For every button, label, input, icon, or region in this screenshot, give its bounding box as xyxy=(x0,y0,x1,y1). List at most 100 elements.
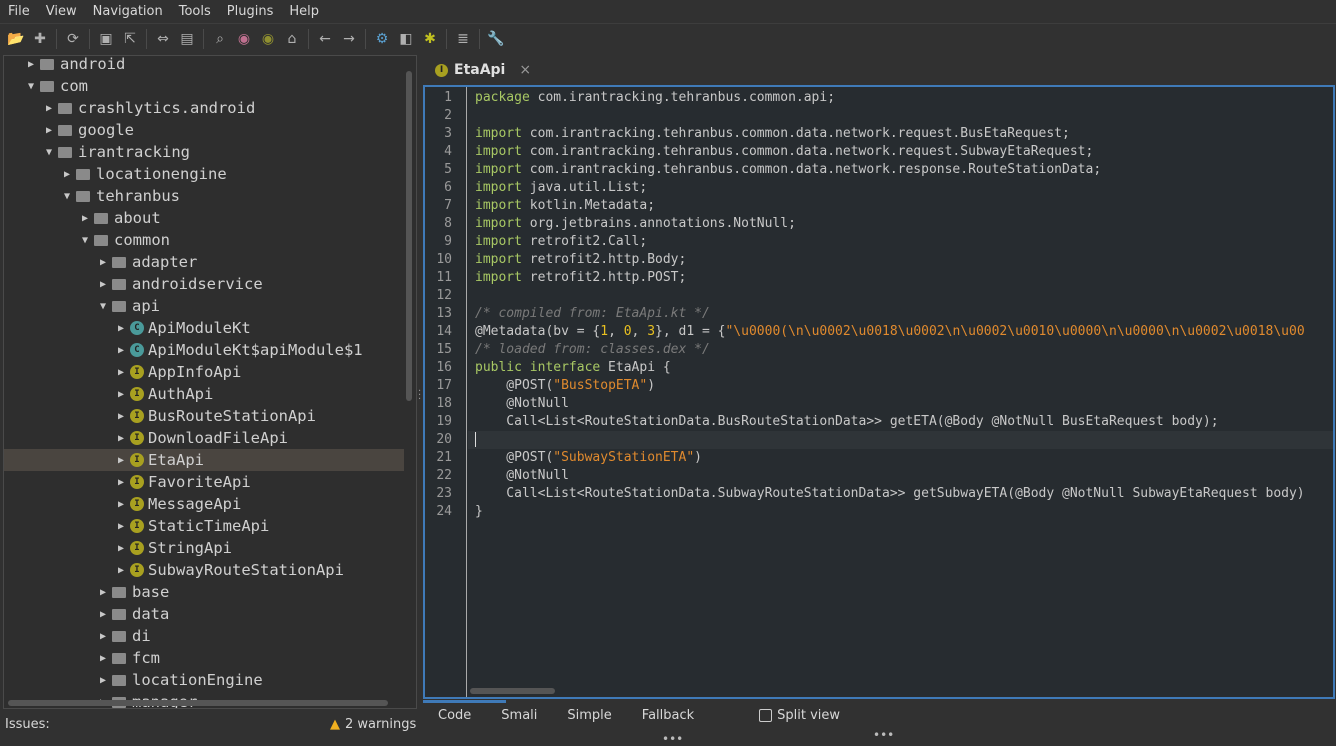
tree-item[interactable]: ▶ I DownloadFileApi xyxy=(4,427,404,449)
collapsed-arrow-icon[interactable]: ▶ xyxy=(94,609,112,620)
tree-item[interactable]: ▶ I BusRouteStationApi xyxy=(4,405,404,427)
tree-item[interactable]: ▶ crashlytics.android xyxy=(4,97,404,119)
tree-item[interactable]: ▶ locationEngine xyxy=(4,669,404,691)
expanded-arrow-icon[interactable]: ▼ xyxy=(94,301,112,312)
collapsed-arrow-icon[interactable]: ▶ xyxy=(94,257,112,268)
open-folder-icon[interactable]: 📂 xyxy=(5,28,27,50)
collapsed-arrow-icon[interactable]: ▶ xyxy=(112,411,130,422)
menu-tools[interactable]: Tools xyxy=(171,4,219,19)
tree-item[interactable]: ▶ C ApiModuleKt$apiModule$1 xyxy=(4,339,404,361)
debug-icon[interactable]: ✱ xyxy=(419,28,441,50)
tab-simple[interactable]: Simple xyxy=(552,708,626,723)
class-search-icon[interactable]: ◉ xyxy=(233,28,255,50)
add-files-icon[interactable]: ✚ xyxy=(29,28,51,50)
tree-horizontal-scrollbar[interactable] xyxy=(8,700,388,706)
drag-handle-icon[interactable]: ••• xyxy=(873,728,894,742)
tab-smali[interactable]: Smali xyxy=(486,708,552,723)
export-icon[interactable]: ⇱ xyxy=(119,28,141,50)
collapsed-arrow-icon[interactable]: ▶ xyxy=(94,279,112,290)
smali-icon[interactable]: ◧ xyxy=(395,28,417,50)
search-icon[interactable]: ⌕ xyxy=(209,28,231,50)
collapsed-arrow-icon[interactable]: ▶ xyxy=(112,499,130,510)
expanded-arrow-icon[interactable]: ▼ xyxy=(76,235,94,246)
tree-item[interactable]: ▶ base xyxy=(4,581,404,603)
collapsed-arrow-icon[interactable]: ▶ xyxy=(22,59,40,70)
log-icon[interactable]: ≣ xyxy=(452,28,474,50)
menu-plugins[interactable]: Plugins xyxy=(219,4,282,19)
collapsed-arrow-icon[interactable]: ▶ xyxy=(112,543,130,554)
line-number: 21 xyxy=(436,450,452,465)
expanded-arrow-icon[interactable]: ▼ xyxy=(22,81,40,92)
tree-item[interactable]: ▼ api xyxy=(4,295,404,317)
collapsed-arrow-icon[interactable]: ▶ xyxy=(58,169,76,180)
tree-item[interactable]: ▶ data xyxy=(4,603,404,625)
tree-item[interactable]: ▶ I EtaApi xyxy=(4,449,404,471)
split-view-checkbox[interactable]: Split view xyxy=(759,708,840,723)
tree-item[interactable]: ▶ I StringApi xyxy=(4,537,404,559)
collapsed-arrow-icon[interactable]: ▶ xyxy=(112,323,130,334)
collapsed-arrow-icon[interactable]: ▶ xyxy=(94,631,112,642)
refresh-icon[interactable]: ⟳ xyxy=(62,28,84,50)
tree-item[interactable]: ▶ I FavoriteApi xyxy=(4,471,404,493)
tab-fallback[interactable]: Fallback xyxy=(627,708,709,723)
tree-item[interactable]: ▼ com xyxy=(4,75,404,97)
tree-item[interactable]: ▶ I StaticTimeApi xyxy=(4,515,404,537)
collapsed-arrow-icon[interactable]: ▶ xyxy=(94,653,112,664)
expanded-arrow-icon[interactable]: ▼ xyxy=(58,191,76,202)
collapsed-arrow-icon[interactable]: ▶ xyxy=(76,213,94,224)
code-editor[interactable]: 1 2 3 4 5 6 7 8 9 10 11 12 13 14 15 16 17 18 19 20 21 22 23 24 … xyxy=(423,85,1335,699)
tree-item[interactable]: ▶ androidservice xyxy=(4,273,404,295)
back-icon[interactable]: ← xyxy=(314,28,336,50)
flatten-packages-icon[interactable]: ▤ xyxy=(176,28,198,50)
collapsed-arrow-icon[interactable]: ▶ xyxy=(112,389,130,400)
close-tab-icon[interactable]: × xyxy=(519,62,531,78)
tree-item[interactable]: ▶ fcm xyxy=(4,647,404,669)
interface-icon: I xyxy=(130,563,144,577)
home-icon[interactable]: ⌂ xyxy=(281,28,303,50)
tree-item[interactable]: ▶ I AppInfoApi xyxy=(4,361,404,383)
file-tree[interactable]: ▶ android ▼ com ▶ crashlytics.android ▶ google ▼… xyxy=(3,55,417,709)
tab-code[interactable]: Code xyxy=(423,708,486,723)
collapsed-arrow-icon[interactable]: ▶ xyxy=(112,455,130,466)
collapsed-arrow-icon[interactable]: ▶ xyxy=(112,433,130,444)
tree-item[interactable]: ▶ android xyxy=(4,56,404,75)
editor-horizontal-scrollbar[interactable] xyxy=(470,688,555,694)
expanded-arrow-icon[interactable]: ▼ xyxy=(40,147,58,158)
tree-item[interactable]: ▶ adapter xyxy=(4,251,404,273)
collapsed-arrow-icon[interactable]: ▶ xyxy=(112,565,130,576)
collapsed-arrow-icon[interactable]: ▶ xyxy=(112,477,130,488)
sync-tree-icon[interactable]: ⇔ xyxy=(152,28,174,50)
splitter-handle[interactable]: · · · xyxy=(418,387,421,405)
tree-item[interactable]: ▶ google xyxy=(4,119,404,141)
menu-help[interactable]: Help xyxy=(281,4,327,19)
collapsed-arrow-icon[interactable]: ▶ xyxy=(40,103,58,114)
collapsed-arrow-icon[interactable]: ▶ xyxy=(112,367,130,378)
tree-item[interactable]: ▶ I AuthApi xyxy=(4,383,404,405)
preferences-icon[interactable]: 🔧 xyxy=(485,28,507,50)
tree-item[interactable]: ▼ tehranbus xyxy=(4,185,404,207)
tree-item[interactable]: ▶ I MessageApi xyxy=(4,493,404,515)
deobfuscation-icon[interactable]: ⚙ xyxy=(371,28,393,50)
tree-item[interactable]: ▼ common xyxy=(4,229,404,251)
tree-item[interactable]: ▶ locationengine xyxy=(4,163,404,185)
tree-item[interactable]: ▼ irantracking xyxy=(4,141,404,163)
menu-view[interactable]: View xyxy=(38,4,85,19)
collapsed-arrow-icon[interactable]: ▶ xyxy=(94,587,112,598)
collapsed-arrow-icon[interactable]: ▶ xyxy=(40,125,58,136)
code-line: import retrofit2.Call; xyxy=(475,233,647,251)
usage-search-icon[interactable]: ◉ xyxy=(257,28,279,50)
tree-item[interactable]: ▶ C ApiModuleKt xyxy=(4,317,404,339)
tree-item[interactable]: ▶ I SubwayRouteStationApi xyxy=(4,559,404,581)
forward-icon[interactable]: → xyxy=(338,28,360,50)
save-icon[interactable]: ▣ xyxy=(95,28,117,50)
collapsed-arrow-icon[interactable]: ▶ xyxy=(112,521,130,532)
editor-tab[interactable]: I EtaApi × xyxy=(425,55,531,85)
warnings-indicator[interactable]: ▲ 2 warnings xyxy=(330,717,416,732)
collapsed-arrow-icon[interactable]: ▶ xyxy=(112,345,130,356)
menu-file[interactable]: File xyxy=(0,4,38,19)
tree-item[interactable]: ▶ di xyxy=(4,625,404,647)
menu-navigation[interactable]: Navigation xyxy=(85,4,171,19)
collapsed-arrow-icon[interactable]: ▶ xyxy=(94,675,112,686)
tree-item[interactable]: ▶ about xyxy=(4,207,404,229)
tree-vertical-scrollbar[interactable] xyxy=(406,71,412,401)
